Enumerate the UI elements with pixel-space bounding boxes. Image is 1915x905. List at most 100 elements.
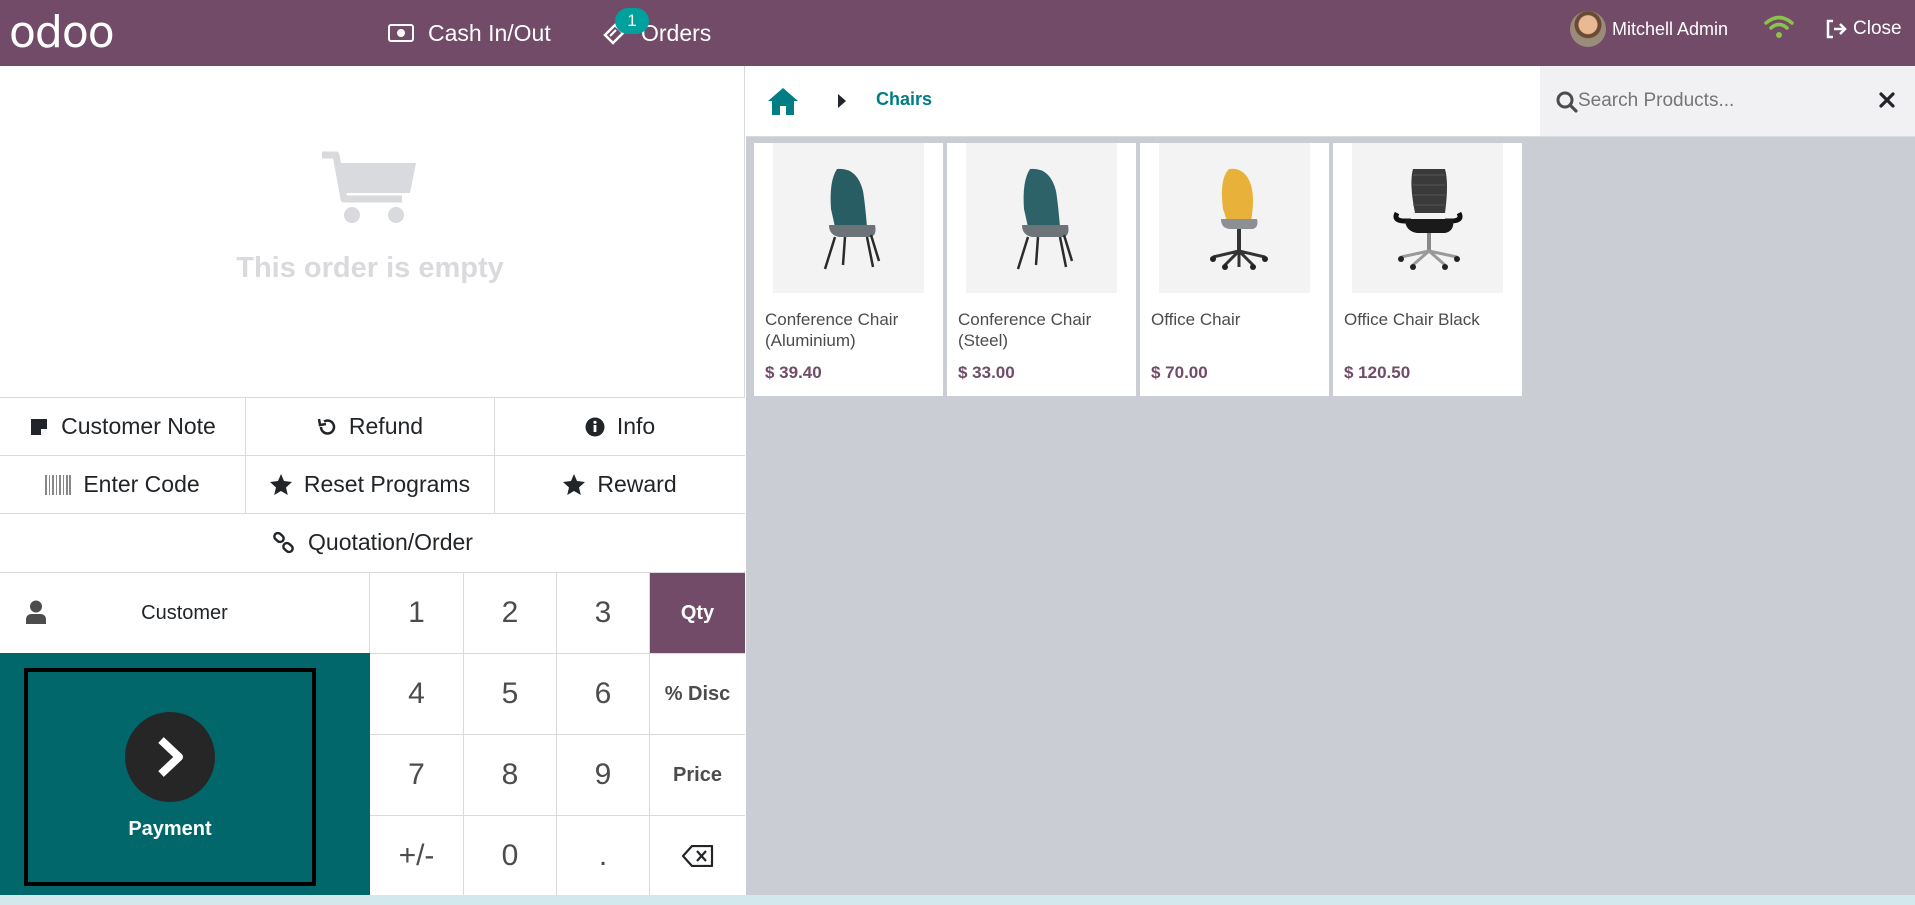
odoo-logo: odoo (9, 7, 115, 58)
control-buttons-row-2: Enter Code Reset Programs Reward (0, 455, 745, 513)
product-card[interactable]: Conference Chair (Aluminium) $ 39.40 (754, 143, 943, 396)
product-card[interactable]: Office Chair $ 70.00 (1140, 143, 1329, 396)
close-label: Close (1853, 18, 1902, 39)
product-grid: Conference Chair (Aluminium) $ 39.40 Con… (754, 143, 1526, 396)
numpad-key-9[interactable]: 9 (557, 734, 650, 815)
reset-programs-label: Reset Programs (303, 471, 471, 497)
chevron-right-icon (158, 737, 183, 777)
product-image (1159, 143, 1310, 293)
control-buttons-row-3: Quotation/Order (0, 513, 745, 571)
star-icon (563, 474, 586, 495)
numpad-key-plus-minus[interactable]: +/- (370, 815, 464, 895)
numpad-key-3[interactable]: 3 (557, 572, 650, 653)
mode-price-button[interactable]: Price (650, 734, 745, 815)
order-lines-empty: This order is empty (0, 66, 745, 397)
empty-order-message: This order is empty (236, 252, 504, 284)
product-image (1352, 143, 1503, 293)
cash-in-out-button[interactable]: Cash In/Out (388, 0, 551, 66)
product-name: Office Chair (1151, 310, 1241, 329)
enter-code-button[interactable]: Enter Code (0, 456, 246, 513)
numpad-key-2[interactable]: 2 (464, 572, 557, 653)
yellow-office-chair-icon (1209, 168, 1268, 270)
orders-button[interactable]: Orders (601, 0, 711, 66)
reward-label: Reward (597, 471, 677, 497)
close-icon[interactable] (1879, 92, 1895, 108)
top-bar: odoo Cash In/Out Orders 1 Mitchell Admin… (0, 0, 1915, 66)
numpad-backspace-button[interactable] (650, 815, 745, 895)
bottom-strip (0, 895, 1915, 905)
product-price: $ 120.50 (1344, 363, 1411, 382)
product-image (773, 143, 924, 293)
product-card[interactable]: Office Chair Black $ 120.50 (1333, 143, 1522, 396)
home-icon[interactable] (766, 86, 800, 116)
search-bar (1540, 66, 1915, 137)
customer-note-label: Customer Note (61, 413, 216, 439)
numpad-key-8[interactable]: 8 (464, 734, 557, 815)
customer-button[interactable]: Customer (0, 572, 370, 653)
control-buttons-row-1: Customer Note Refund Info (0, 397, 745, 455)
product-price: $ 70.00 (1151, 363, 1208, 382)
products-pane: Chairs Conference Chair (Aluminium) $ 39… (746, 66, 1915, 895)
product-image (966, 143, 1117, 293)
mode-discount-button[interactable]: % Disc (650, 653, 745, 734)
user-icon (26, 600, 46, 624)
payment-label: Payment (128, 818, 212, 840)
orders-count-badge: 1 (615, 8, 649, 34)
refund-label: Refund (348, 413, 424, 439)
user-menu[interactable]: Mitchell Admin (1570, 11, 1728, 47)
breadcrumb: Chairs (746, 66, 1540, 137)
product-card[interactable]: Conference Chair (Steel) $ 33.00 (947, 143, 1136, 396)
star-icon (269, 474, 292, 495)
info-button[interactable]: Info (495, 398, 745, 455)
customer-note-button[interactable]: Customer Note (0, 398, 246, 455)
cash-in-out-label: Cash In/Out (428, 19, 551, 46)
numpad-key-4[interactable]: 4 (370, 653, 464, 734)
payment-circle (125, 712, 215, 802)
quotation-order-label: Quotation/Order (308, 529, 473, 555)
close-button[interactable]: Close (1825, 11, 1902, 47)
undo-icon (317, 418, 336, 435)
numpad-key-0[interactable]: 0 (464, 815, 557, 895)
sign-out-icon (1826, 19, 1847, 39)
reward-button[interactable]: Reward (495, 456, 745, 513)
orders-label: Orders (641, 19, 712, 46)
numpad-key-1[interactable]: 1 (370, 572, 464, 653)
quotation-order-button[interactable]: Quotation/Order (0, 514, 745, 571)
numpad-key-5[interactable]: 5 (464, 653, 557, 734)
customer-label: Customer (141, 601, 228, 624)
reset-programs-button[interactable]: Reset Programs (246, 456, 495, 513)
note-icon (31, 418, 48, 435)
product-name: Office Chair Black (1344, 310, 1480, 329)
numpad-key-6[interactable]: 6 (557, 653, 650, 734)
numpad: 1 2 3 Qty 4 5 6 % Disc 7 8 9 Price +/- 0… (370, 572, 745, 895)
teal-chair-icon (1016, 168, 1073, 270)
caret-right-icon (838, 94, 846, 108)
product-price: $ 39.40 (765, 363, 822, 382)
payment-area: Payment (0, 653, 370, 895)
numpad-key-7[interactable]: 7 (370, 734, 464, 815)
cash-icon (388, 24, 414, 42)
product-price: $ 33.00 (958, 363, 1015, 382)
wifi-icon (1764, 15, 1794, 38)
search-icon (1556, 91, 1578, 113)
numpad-key-decimal[interactable]: . (557, 815, 650, 895)
info-label: Info (616, 413, 656, 439)
avatar (1570, 11, 1606, 47)
user-name: Mitchell Admin (1612, 18, 1729, 39)
breadcrumb-category[interactable]: Chairs (876, 89, 932, 110)
info-icon (585, 417, 605, 436)
order-pane: This order is empty Customer Note Refund… (0, 66, 745, 895)
mode-qty-button[interactable]: Qty (650, 572, 745, 653)
backspace-icon (681, 844, 713, 867)
product-name: Conference Chair (Aluminium) (765, 310, 899, 350)
black-office-chair-icon (1393, 169, 1462, 270)
payment-button[interactable]: Payment (24, 668, 316, 886)
teal-chair-icon (823, 168, 880, 270)
product-name: Conference Chair (Steel) (958, 310, 1092, 350)
link-icon (273, 531, 294, 553)
shopping-cart-icon (322, 151, 416, 223)
search-input[interactable] (1578, 83, 1858, 119)
refund-button[interactable]: Refund (246, 398, 495, 455)
enter-code-label: Enter Code (83, 471, 200, 497)
barcode-icon (45, 474, 72, 495)
